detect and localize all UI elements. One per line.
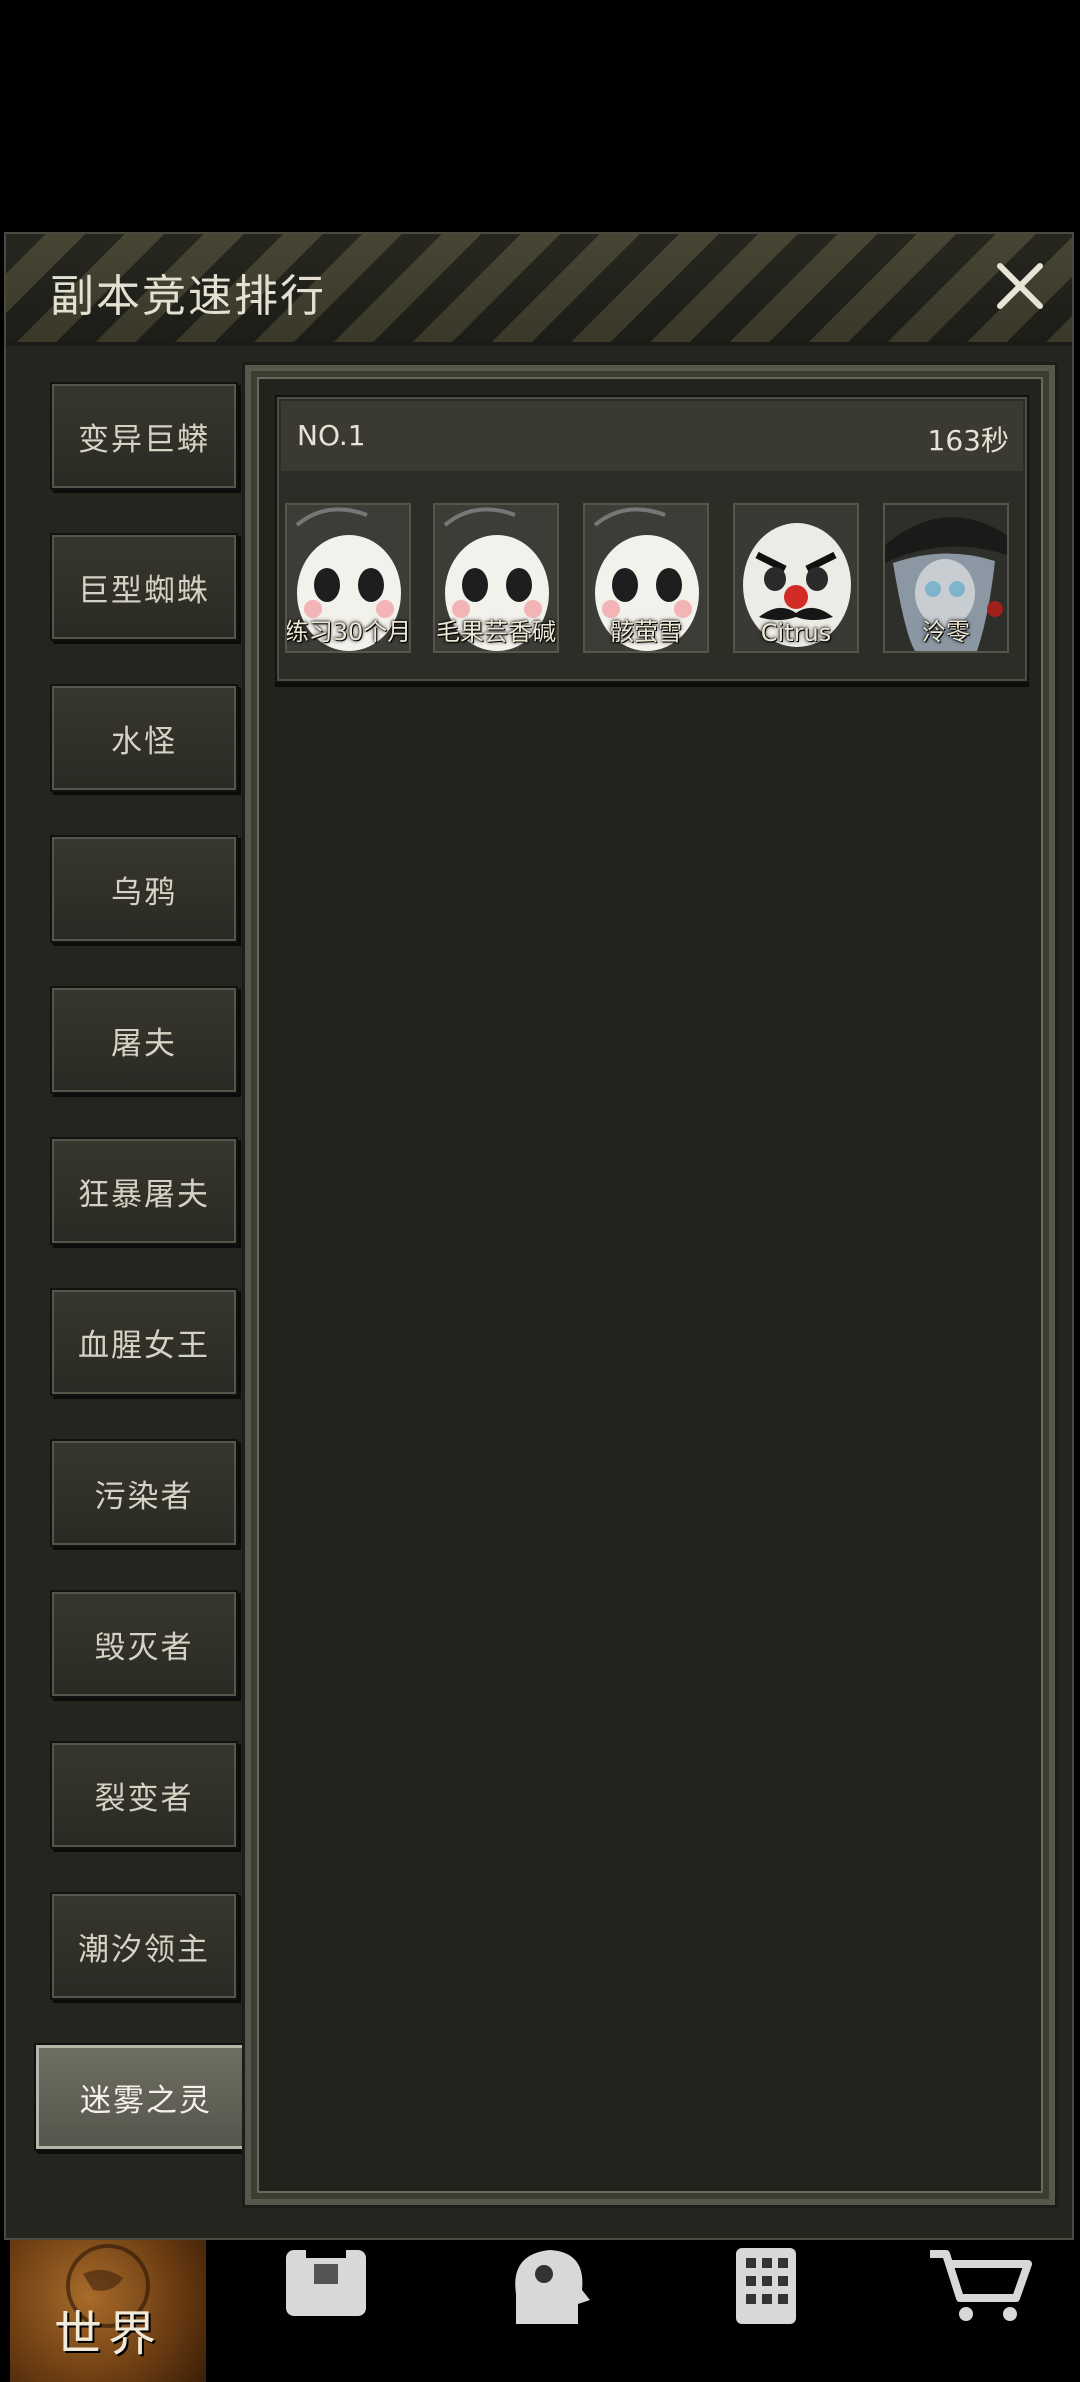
category-button-4[interactable]: 屠夫 xyxy=(50,986,238,1094)
player-avatar-2[interactable]: 骸萤雪 xyxy=(583,503,709,653)
category-button-1[interactable]: 巨型蜘蛛 xyxy=(50,533,238,641)
nav-building-button[interactable] xyxy=(666,2240,866,2382)
ranking-content-frame: NO.1 163秒 练习30个月 毛果芸香碱 骸萤雪 Citrus 泠零 xyxy=(242,362,1058,2208)
player-name: 练习30个月 xyxy=(285,618,411,646)
category-button-6[interactable]: 血腥女王 xyxy=(50,1288,238,1396)
nav-backpack-button[interactable] xyxy=(226,2240,426,2382)
category-button-3[interactable]: 乌鸦 xyxy=(50,835,238,943)
player-name: 泠零 xyxy=(922,618,970,646)
player-avatar-3[interactable]: Citrus xyxy=(733,503,859,653)
building-icon xyxy=(736,2248,796,2324)
ranking-list[interactable]: NO.1 163秒 练习30个月 毛果芸香碱 骸萤雪 Citrus 泠零 xyxy=(257,377,1043,2193)
rank-number: NO.1 xyxy=(297,419,366,452)
cart-icon xyxy=(930,2250,1032,2321)
close-button[interactable] xyxy=(988,254,1052,318)
ranking-entry: NO.1 163秒 练习30个月 毛果芸香碱 骸萤雪 Citrus 泠零 xyxy=(275,395,1029,683)
category-button-8[interactable]: 毁灭者 xyxy=(50,1590,238,1698)
player-name: 毛果芸香碱 xyxy=(436,618,556,646)
close-icon xyxy=(997,263,1043,309)
player-name: 骸萤雪 xyxy=(610,618,682,646)
player-avatar-4[interactable]: 泠零 xyxy=(883,503,1009,653)
category-button-0[interactable]: 变异巨蟒 xyxy=(50,382,238,490)
category-button-10[interactable]: 潮汐领主 xyxy=(50,1892,238,2000)
nav-character-button[interactable] xyxy=(446,2240,646,2382)
backpack-icon xyxy=(286,2244,366,2316)
category-button-11-active[interactable]: 迷雾之灵 xyxy=(34,2043,258,2151)
clear-time: 163秒 xyxy=(927,424,1009,457)
category-button-2[interactable]: 水怪 xyxy=(50,684,238,792)
player-avatar-0[interactable]: 练习30个月 xyxy=(285,503,411,653)
category-button-7[interactable]: 污染者 xyxy=(50,1439,238,1547)
player-avatar-1[interactable]: 毛果芸香碱 xyxy=(433,503,559,653)
speedrun-ranking-dialog: 副本竞速排行 变异巨蟒 巨型蜘蛛 水怪 乌鸦 屠夫 狂暴屠夫 血腥女王 污染者 … xyxy=(4,232,1074,2240)
dialog-title: 副本竞速排行 xyxy=(50,271,326,322)
team-members: 练习30个月 毛果芸香碱 骸萤雪 Citrus 泠零 xyxy=(285,503,1025,653)
nav-world-button[interactable]: 世界 xyxy=(10,2240,206,2382)
category-button-5[interactable]: 狂暴屠夫 xyxy=(50,1137,238,1245)
player-name: Citrus xyxy=(760,619,832,647)
nav-world-label: 世界 xyxy=(53,2306,162,2362)
nav-shop-button[interactable] xyxy=(880,2240,1080,2382)
bottom-navbar: 世界 xyxy=(0,2240,1080,2382)
category-button-9[interactable]: 裂变者 xyxy=(50,1741,238,1849)
ranking-entry-header: NO.1 163秒 xyxy=(281,401,1023,471)
head-icon xyxy=(515,2250,590,2324)
dialog-header: 副本竞速排行 xyxy=(6,234,1072,346)
